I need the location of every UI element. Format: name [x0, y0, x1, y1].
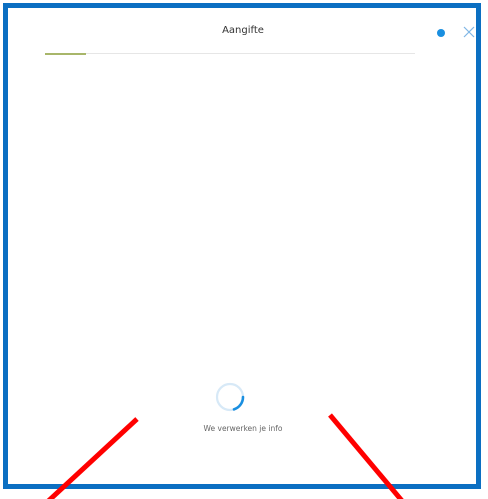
dialog-title: Aangifte	[222, 25, 264, 36]
close-icon	[463, 26, 475, 38]
loading-message: We verwerken je info	[203, 424, 283, 433]
loading-spinner-icon	[215, 382, 245, 412]
dialog-window: Aangifte We verwerken je info	[3, 3, 481, 489]
screenshot-stage: Aangifte We verwerken je info	[0, 0, 488, 499]
status-dot-icon	[437, 29, 445, 37]
progress-fill	[45, 52, 86, 55]
progress-track	[45, 52, 415, 55]
close-button[interactable]	[462, 25, 476, 39]
